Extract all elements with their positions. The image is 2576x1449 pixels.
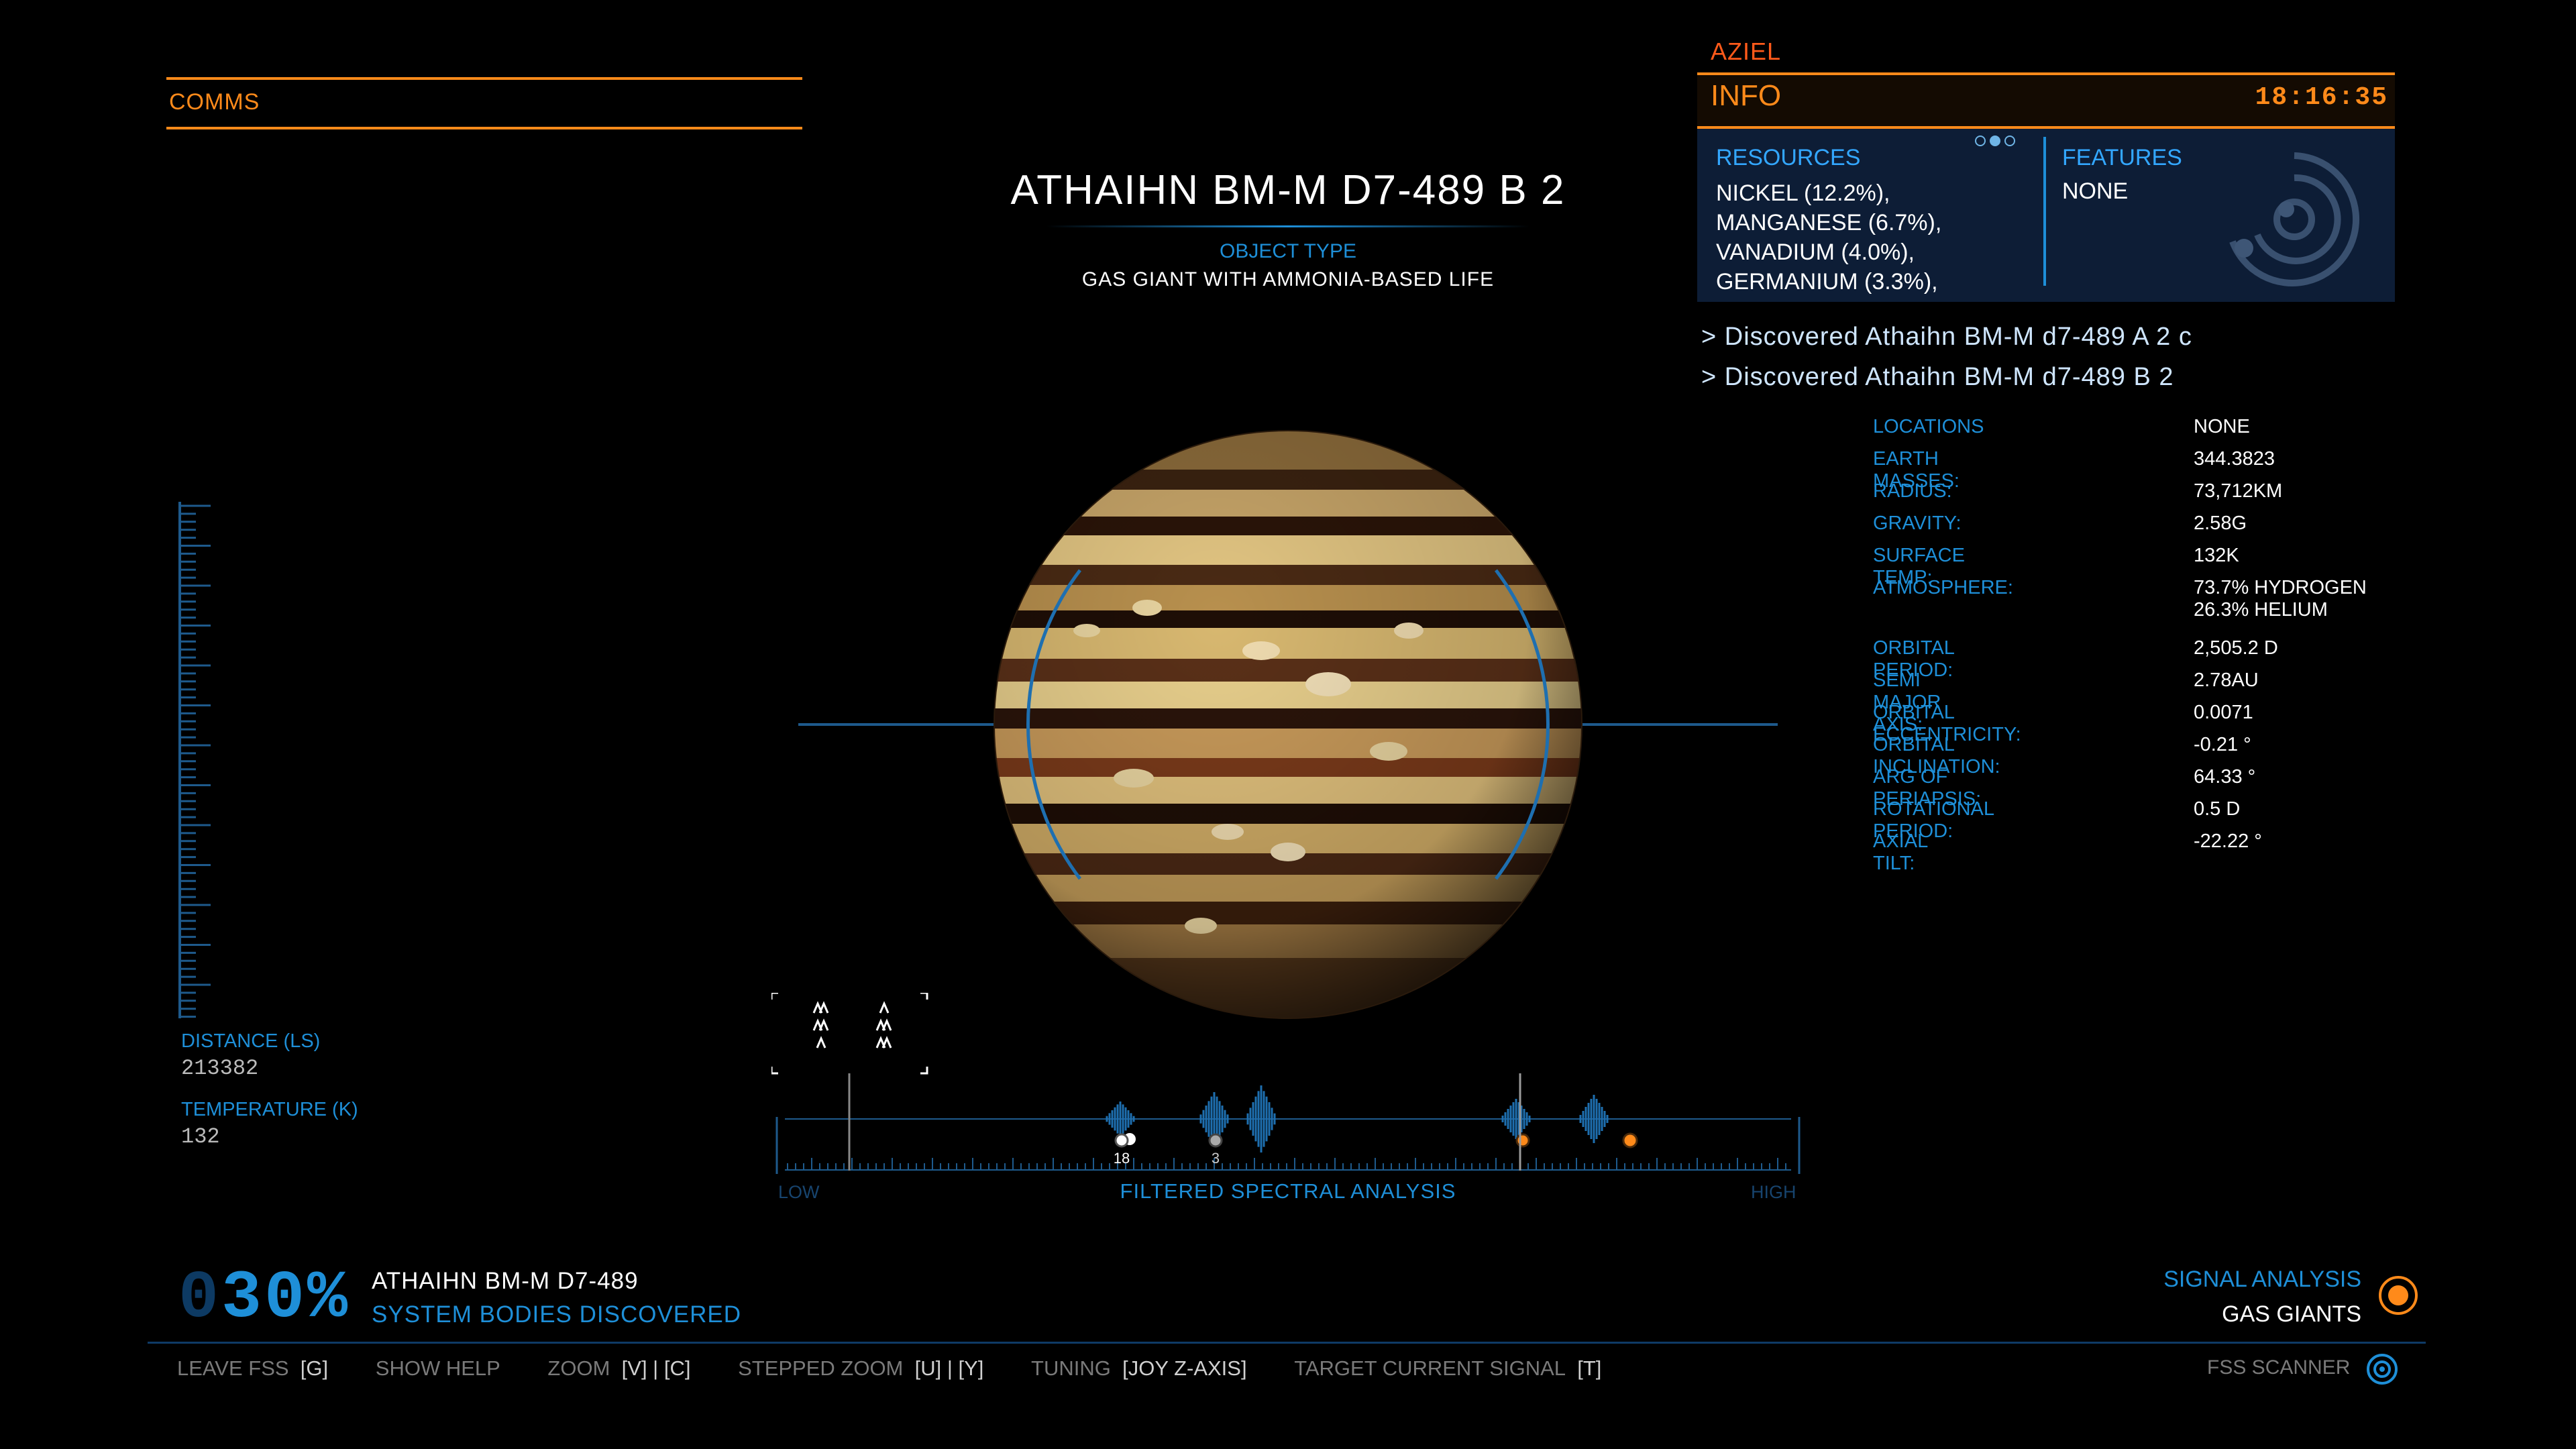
temperature-value: 132 — [181, 1124, 220, 1149]
comms-panel[interactable]: COMMS — [166, 77, 802, 129]
signal-marker — [1515, 1133, 1530, 1148]
control-leave-fss[interactable]: LEAVE FSS [G] — [177, 1356, 328, 1381]
distance-value: 213382 — [181, 1056, 259, 1081]
control-stepped-zoom[interactable]: STEPPED ZOOM [U] | [Y] — [738, 1356, 983, 1381]
info-tab-label[interactable]: INFO — [1711, 79, 1781, 113]
discovery-percent: 030% — [178, 1261, 351, 1337]
resource-item: NICKEL (12.2%), — [1716, 180, 1890, 206]
marker-count: 3 — [1212, 1150, 1220, 1167]
control-target-signal[interactable]: TARGET CURRENT SIGNAL [T] — [1294, 1356, 1601, 1381]
resource-item: GERMANIUM (3.3%), — [1716, 269, 1938, 294]
object-type-value: GAS GIANT WITH AMMONIA-BASED LIFE — [1081, 268, 1495, 290]
signal-marker — [1208, 1133, 1223, 1148]
zoom-scale[interactable] — [177, 502, 217, 1022]
spectrum-high-label: HIGH — [1751, 1182, 1796, 1202]
signal-target-icon[interactable] — [2379, 1276, 2418, 1315]
resources-label: RESOURCES — [1716, 145, 1861, 170]
signal-analysis-value: GAS GIANTS — [2222, 1301, 2361, 1327]
signal-marker — [1622, 1132, 1638, 1148]
body-title: ATHAIHN BM-M D7-489 B 2 — [1010, 167, 1566, 213]
panel-divider — [2043, 137, 2046, 286]
discovered-entry: > Discovered Athaihn BM-M d7-489 A 2 c — [1701, 323, 2192, 351]
bottom-divider — [148, 1342, 2426, 1344]
distance-label: DISTANCE (LS) — [181, 1030, 321, 1052]
signal-markers[interactable]: 18 3 — [771, 993, 1805, 1181]
resource-item: MANGANESE (6.7%), — [1716, 210, 1942, 235]
comms-label: COMMS — [169, 89, 260, 115]
game-clock: 18:16:35 — [2255, 83, 2388, 112]
control-tuning[interactable]: TUNING [JOY Z-AXIS] — [1031, 1356, 1247, 1381]
discovery-caption: SYSTEM BODIES DISCOVERED — [372, 1301, 742, 1328]
object-type-label: OBJECT TYPE — [1220, 240, 1356, 262]
controls-hint-bar: LEAVE FSS [G] SHOW HELP ZOOM [V] | [C] S… — [177, 1356, 1643, 1381]
discovered-list: > Discovered Athaihn BM-M d7-489 A 2 c >… — [1701, 317, 2192, 397]
fss-scanner-icon[interactable] — [2365, 1352, 2399, 1389]
page-dot[interactable] — [1975, 136, 1986, 146]
page-dot[interactable] — [2004, 136, 2015, 146]
gas-giant-planet — [798, 430, 1778, 1019]
planet-view[interactable] — [798, 429, 1778, 1020]
control-zoom[interactable]: ZOOM [V] | [C] — [547, 1356, 690, 1381]
signal-analysis-label: SIGNAL ANALYSIS — [2163, 1267, 2361, 1292]
discovered-entry: > Discovered Athaihn BM-M d7-489 B 2 — [1701, 363, 2174, 391]
page-dot-active[interactable] — [1990, 136, 2000, 146]
resource-item: VANADIUM (4.0%), — [1716, 239, 1915, 265]
system-name: ATHAIHN BM-M D7-489 — [372, 1268, 639, 1294]
commander-name: AZIEL — [1711, 38, 1782, 65]
title-divider — [1046, 225, 1529, 227]
control-show-help[interactable]: SHOW HELP — [376, 1356, 500, 1381]
spectrum-low-label: LOW — [778, 1182, 820, 1202]
fss-scanner-label: FSS SCANNER — [2207, 1356, 2351, 1379]
radar-icon — [2220, 148, 2368, 292]
temperature-label: TEMPERATURE (K) — [181, 1099, 358, 1120]
marker-count: 18 — [1114, 1150, 1130, 1167]
spectrum-title: FILTERED SPECTRAL ANALYSIS — [1120, 1179, 1456, 1203]
features-label: FEATURES — [2062, 145, 2182, 170]
page-indicator[interactable] — [1975, 136, 2019, 150]
atmosphere-line: 73.7% HYDROGEN — [2194, 577, 2367, 598]
resources-list: NICKEL (12.2%), MANGANESE (6.7%), VANADI… — [1716, 178, 1941, 297]
atmosphere-line: 26.3% HELIUM — [2194, 599, 2328, 621]
signal-marker — [1114, 1133, 1129, 1148]
features-value: NONE — [2062, 178, 2129, 204]
